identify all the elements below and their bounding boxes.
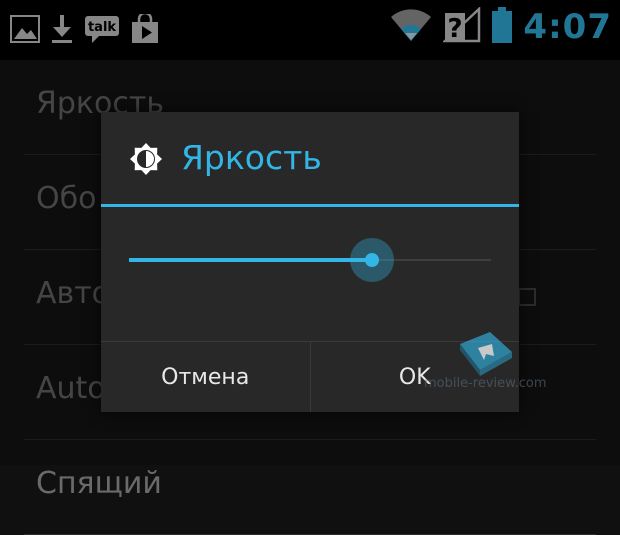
slider-fill <box>129 258 372 262</box>
list-item-label: Спящий <box>36 466 162 501</box>
brightness-icon <box>129 142 163 180</box>
title-divider <box>101 204 519 207</box>
dialog-header: Яркость <box>101 112 519 204</box>
watermark-logo <box>456 330 514 380</box>
slider-thumb[interactable] <box>350 238 394 282</box>
cancel-button[interactable]: Отмена <box>101 342 310 412</box>
brightness-slider[interactable] <box>129 238 491 282</box>
dialog-title: Яркость <box>181 138 322 177</box>
watermark-text: mobile-review.com <box>424 376 547 391</box>
